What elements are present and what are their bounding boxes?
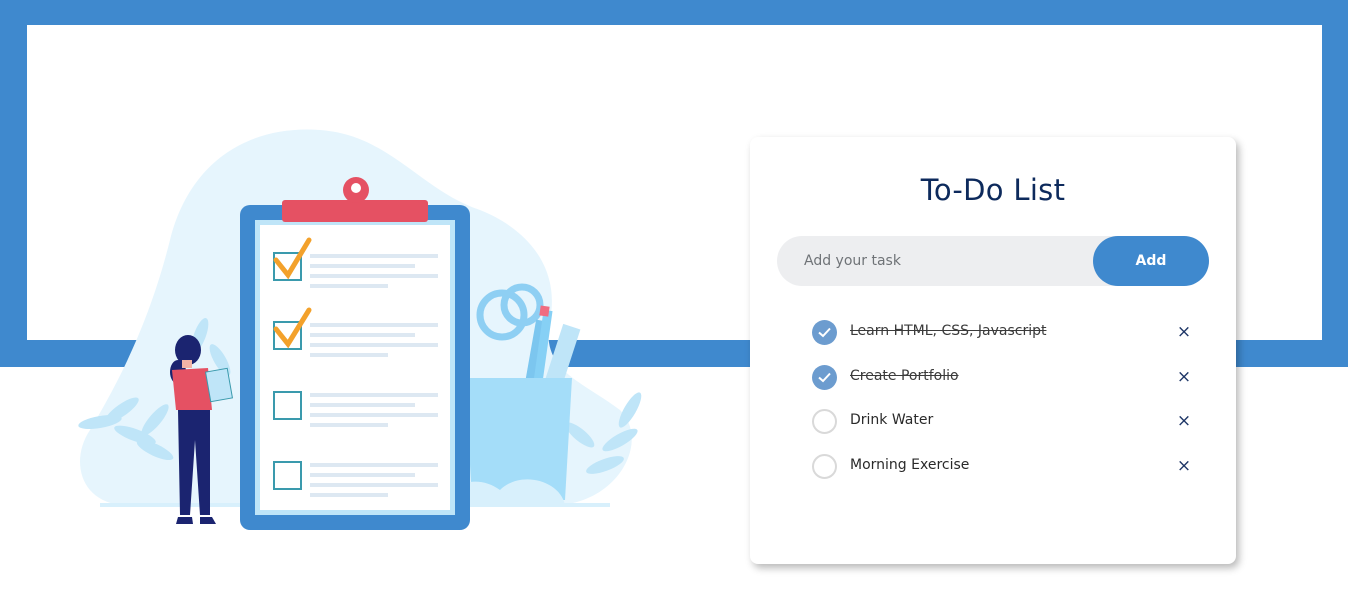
task-checkbox[interactable] [812,364,837,390]
task-input-row: Add [777,236,1209,286]
add-button[interactable]: Add [1093,236,1209,286]
close-icon[interactable]: × [1174,454,1194,476]
task-checkbox[interactable] [812,320,837,345]
close-icon[interactable]: × [1174,365,1194,387]
task-item[interactable]: Drink Water × [812,408,1202,453]
check-icon [818,372,831,382]
close-icon[interactable]: × [1174,320,1194,342]
close-icon[interactable]: × [1174,409,1194,431]
task-label: Create Portfolio [850,367,959,384]
task-label: Drink Water [850,412,934,428]
task-item[interactable]: Morning Exercise × [812,453,1202,498]
task-item[interactable]: Learn HTML, CSS, Javascript × [812,319,1202,364]
check-icon [818,327,831,338]
page-title: To-Do List [920,173,1066,207]
checklist-illustration [78,129,642,530]
task-checkbox[interactable] [812,453,837,479]
todo-card: To-Do List Add Learn HTML, CSS, Javascri… [750,137,1236,564]
task-list: Learn HTML, CSS, Javascript × Create Por… [812,319,1202,497]
task-checkbox[interactable] [812,409,837,434]
task-label: Learn HTML, CSS, Javascript [850,323,1047,339]
task-input[interactable] [777,236,1104,286]
task-item[interactable]: Create Portfolio × [812,364,1202,409]
task-label: Morning Exercise [850,456,970,473]
